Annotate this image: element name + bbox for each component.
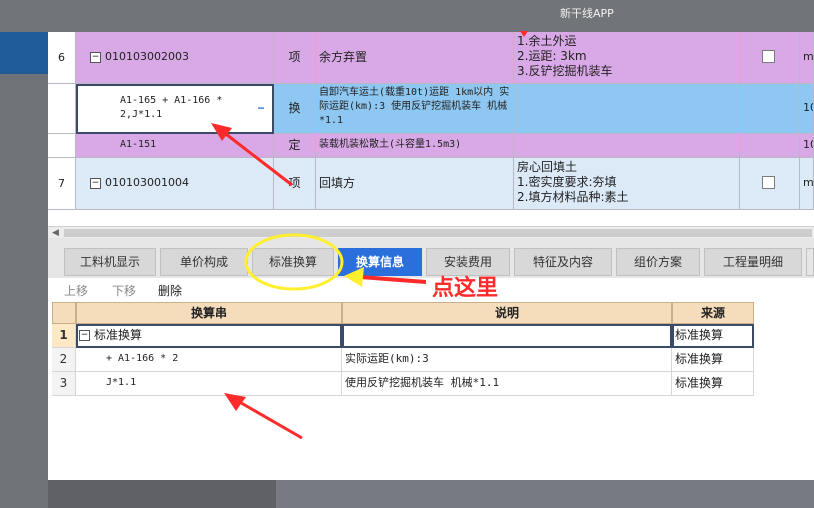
item-type: 定: [274, 134, 316, 158]
conversion-string[interactable]: J*1.1: [76, 372, 342, 396]
table-row[interactable]: A1-165 + A1-166 * 2,J*1.1 … 换 自卸汽车运土(载重1…: [48, 84, 814, 134]
more-button[interactable]: …: [258, 100, 264, 114]
checkbox-cell: [740, 32, 800, 84]
item-type: 项: [274, 32, 316, 84]
item-code: 010103001004: [105, 176, 189, 189]
row-checkbox[interactable]: [762, 176, 775, 189]
item-code-cell[interactable]: −010103001004: [76, 158, 274, 210]
row-number: [48, 84, 76, 134]
row-number: 1: [52, 324, 76, 348]
delete-button[interactable]: 删除: [158, 282, 182, 299]
table-row[interactable]: 3 J*1.1 使用反铲挖掘机装车 机械*1.1 标准换算: [52, 372, 754, 396]
feature-line: 1.余土外运: [517, 34, 577, 48]
feature-line: 房心回填土: [517, 160, 578, 174]
row-number: 6: [48, 32, 76, 84]
item-code-cell[interactable]: −010103002003: [76, 32, 274, 84]
checkbox-cell: [740, 158, 800, 210]
item-code: 010103002003: [105, 50, 189, 63]
app-titlebar: 新干线APP: [0, 0, 814, 32]
feature-line: 2.运距: 3km: [517, 49, 587, 63]
column-header-description: 说明: [342, 302, 672, 324]
table-row[interactable]: 6 −010103002003 项 余方弃置 1.余土外运 2.运距: 3km …: [48, 32, 814, 84]
tab-overflow: [806, 248, 814, 276]
move-up-button[interactable]: 上移: [64, 282, 88, 299]
item-type: 换: [274, 84, 316, 134]
source-cell[interactable]: 标准换算: [672, 348, 754, 372]
item-name: 自卸汽车运土(载重10t)运距 1km以内 实际运距(km):3 使用反铲挖掘机…: [316, 84, 514, 134]
item-type: 项: [274, 158, 316, 210]
feature-line: 3.反铲挖掘机装车: [517, 64, 613, 78]
table-row-partial: [48, 210, 814, 226]
item-feature: [514, 84, 740, 134]
toolbar: 上移 下移 删除: [48, 278, 814, 300]
table-row[interactable]: 7 −010103001004 项 回填方 房心回填土 1.密实度要求:夯填 2…: [48, 158, 814, 210]
description-cell[interactable]: 实际运距(km):3: [342, 348, 672, 372]
table-row[interactable]: 2 + A1-166 * 2 实际运距(km):3 标准换算: [52, 348, 754, 372]
description-cell[interactable]: [342, 324, 672, 348]
row-checkbox[interactable]: [762, 50, 775, 63]
tab-quantity-detail[interactable]: 工程量明细: [704, 248, 802, 276]
feature-line: 1.密实度要求:夯填: [517, 175, 617, 189]
tab-standard-conversion[interactable]: 标准换算: [252, 248, 334, 276]
collapse-icon[interactable]: −: [79, 330, 90, 341]
row-number: 7: [48, 158, 76, 210]
app-title: 新干线APP: [560, 7, 614, 20]
tab-bar: 工料机显示 单价构成 标准换算 换算信息 安装费用 特征及内容 组价方案 工程量…: [48, 238, 814, 278]
item-unit: m3: [800, 158, 814, 210]
conversion-code: A1-165 + A1-166 * 2,J*1.1: [120, 95, 223, 120]
source-cell[interactable]: 标准换算: [672, 324, 754, 348]
row-number: [48, 134, 76, 158]
tab-unit-price[interactable]: 单价构成: [160, 248, 248, 276]
checkbox-cell: [740, 84, 800, 134]
header-corner: [52, 302, 76, 324]
item-name: 回填方: [316, 158, 514, 210]
item-feature: 房心回填土 1.密实度要求:夯填 2.填方材料品种:素土: [514, 158, 740, 210]
click-here-annotation: 点这里: [432, 276, 499, 301]
collapse-icon[interactable]: −: [90, 51, 101, 63]
description-cell[interactable]: 使用反铲挖掘机装车 机械*1.1: [342, 372, 672, 396]
left-panel-accent: [0, 32, 48, 74]
item-feature: [514, 134, 740, 158]
quota-grid: 6 −010103002003 项 余方弃置 1.余土外运 2.运距: 3km …: [48, 32, 814, 226]
status-area-left: [48, 480, 276, 508]
row-number: 3: [52, 372, 76, 396]
tab-pricing-plan[interactable]: 组价方案: [616, 248, 700, 276]
quota-code: A1-151: [76, 134, 274, 158]
table-row[interactable]: 1 − 标准换算 标准换算: [52, 324, 754, 348]
conversion-string[interactable]: + A1-166 * 2: [76, 348, 342, 372]
main-window: 6 −010103002003 项 余方弃置 1.余土外运 2.运距: 3km …: [48, 32, 814, 480]
feature-line: 2.填方材料品种:素土: [517, 190, 629, 204]
item-name: 装载机装松散土(斗容量1.5m3): [316, 134, 514, 158]
item-unit: m3: [800, 32, 814, 84]
item-unit: 10: [800, 84, 814, 134]
conversion-cell[interactable]: − 标准换算: [76, 324, 342, 348]
column-header-source: 来源: [672, 302, 754, 324]
column-header-conversion: 换算串: [76, 302, 342, 324]
tab-features[interactable]: 特征及内容: [514, 248, 612, 276]
source-cell[interactable]: 标准换算: [672, 372, 754, 396]
tab-material-display[interactable]: 工料机显示: [64, 248, 156, 276]
item-unit: 10: [800, 134, 814, 158]
item-feature: 1.余土外运 2.运距: 3km 3.反铲挖掘机装车: [514, 32, 740, 84]
move-down-button[interactable]: 下移: [112, 282, 136, 299]
tab-conversion-info[interactable]: 换算信息: [338, 248, 422, 276]
conversion-string: 标准换算: [94, 328, 143, 342]
conversion-code-cell[interactable]: A1-165 + A1-166 * 2,J*1.1 …: [76, 84, 274, 134]
table-row[interactable]: A1-151 定 装载机装松散土(斗容量1.5m3) 10: [48, 134, 814, 158]
row-number: 2: [52, 348, 76, 372]
item-name: 余方弃置: [316, 32, 514, 84]
collapse-icon[interactable]: −: [90, 177, 101, 189]
left-panel: [0, 74, 48, 508]
checkbox-cell: [740, 134, 800, 158]
scrollbar-thumb[interactable]: [64, 229, 812, 237]
